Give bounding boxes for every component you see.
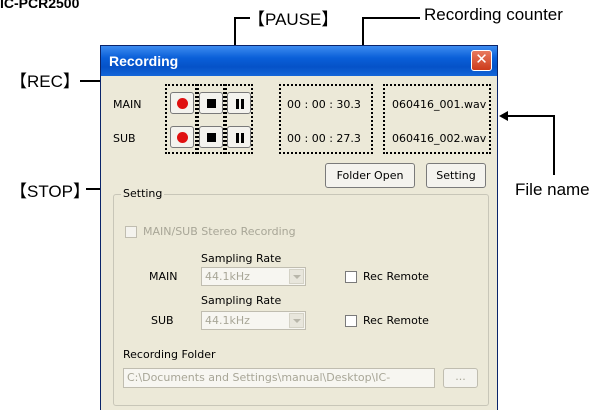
pause-callout: 【PAUSE】 <box>248 10 339 29</box>
sub-sampling-rate-value: 44.1kHz <box>205 314 250 327</box>
main-row-label: MAIN <box>113 98 142 111</box>
sub-sampling-rate-select[interactable]: 44.1kHz <box>201 311 306 330</box>
sub-pause-button[interactable] <box>227 126 251 148</box>
sub-sampling-rate-label: Sampling Rate <box>201 294 282 307</box>
stop-icon <box>207 133 216 142</box>
pause-leader-h <box>234 17 250 19</box>
file-leader-v <box>553 115 555 175</box>
sub-rec-remote-label: Rec Remote <box>363 314 429 327</box>
main-setting-label: MAIN <box>149 270 178 283</box>
stop-callout: 【STOP】 <box>10 182 90 201</box>
recording-counter-callout: Recording counter <box>424 5 563 24</box>
file-name-callout: File name <box>515 180 590 199</box>
close-button[interactable]: ✕ <box>471 50 492 71</box>
main-stop-button[interactable] <box>199 92 223 114</box>
browse-folder-button[interactable]: ... <box>443 368 478 388</box>
close-icon: ✕ <box>475 51 488 68</box>
chevron-down-icon[interactable] <box>289 313 304 328</box>
sub-rec-button[interactable] <box>170 126 194 148</box>
stereo-recording-checkbox[interactable] <box>125 226 137 238</box>
stop-icon <box>207 99 216 108</box>
sub-filename: 060416_002.wav <box>392 132 487 145</box>
recording-window: Recording ✕ MAIN 00 : 00 : 30.3 060416_0… <box>100 45 498 410</box>
title-bar[interactable]: Recording ✕ <box>101 46 497 76</box>
main-sampling-rate-label: Sampling Rate <box>201 252 282 265</box>
folder-open-button[interactable]: Folder Open <box>325 163 415 188</box>
file-leader-h <box>507 115 555 117</box>
window-title: Recording <box>109 53 179 69</box>
sub-stop-button[interactable] <box>199 126 223 148</box>
sub-row-label: SUB <box>113 132 136 145</box>
sub-counter: 00 : 00 : 27.3 <box>287 132 361 145</box>
recording-folder-path: C:\Documents and Settings\manual\Desktop… <box>127 371 391 384</box>
sub-rec-remote-checkbox[interactable] <box>345 315 357 327</box>
main-rec-remote-checkbox[interactable] <box>345 271 357 283</box>
main-pause-button[interactable] <box>227 92 251 114</box>
chevron-down-icon[interactable] <box>289 269 304 284</box>
recording-folder-input[interactable]: C:\Documents and Settings\manual\Desktop… <box>123 368 435 388</box>
main-counter: 00 : 00 : 30.3 <box>287 98 361 111</box>
record-icon <box>177 132 188 143</box>
sub-setting-label: SUB <box>151 314 174 327</box>
record-icon <box>177 98 188 109</box>
counter-leader-h <box>362 17 420 19</box>
main-sampling-rate-value: 44.1kHz <box>205 270 250 283</box>
header-partial: IC-PCR2500 <box>0 0 80 11</box>
main-sampling-rate-select[interactable]: 44.1kHz <box>201 267 306 286</box>
recording-folder-label: Recording Folder <box>123 348 216 361</box>
setting-group-title: Setting <box>121 187 165 200</box>
file-arrow <box>499 111 508 121</box>
main-filename: 060416_001.wav <box>392 98 487 111</box>
pause-icon <box>236 99 239 109</box>
pause-icon <box>236 133 239 143</box>
main-rec-remote-label: Rec Remote <box>363 270 429 283</box>
setting-button[interactable]: Setting <box>426 163 486 188</box>
stereo-recording-label: MAIN/SUB Stereo Recording <box>143 225 296 238</box>
main-rec-button[interactable] <box>170 92 194 114</box>
rec-callout: 【REC】 <box>10 72 80 91</box>
